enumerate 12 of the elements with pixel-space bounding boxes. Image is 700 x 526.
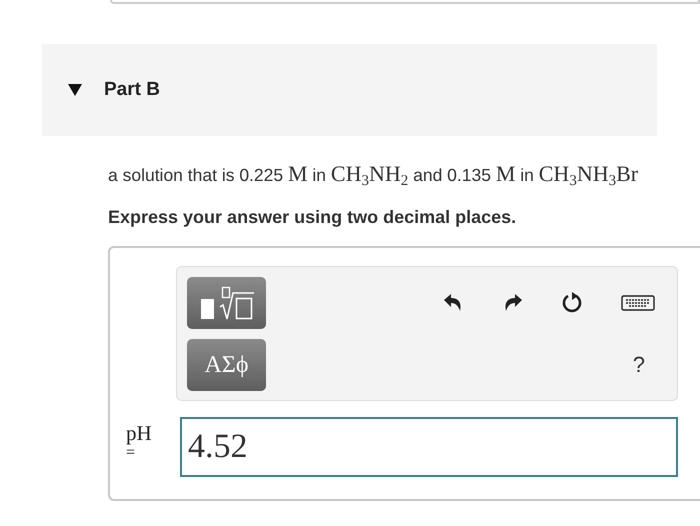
answer-field[interactable]: 4.52 (180, 417, 678, 477)
part-header[interactable]: Part B (42, 44, 657, 136)
answer-label: pH (126, 421, 152, 446)
part-title: Part B (104, 79, 160, 101)
triangle-icon[interactable] (68, 84, 82, 96)
question-text: a solution that is 0.225 M in CH$_{3}$NH$_{2}$ and 0.135 M in CH$_{3}$NH$_{3}$Br (108, 162, 640, 187)
template-button[interactable] (187, 277, 266, 329)
equals-sign: = (126, 446, 136, 460)
instruction-text: Express your answer using two decimal places. (108, 207, 518, 228)
symbols-button[interactable]: ΑΣϕ (187, 339, 266, 391)
keyboard-icon[interactable] (621, 295, 655, 311)
help-button[interactable]: ? (632, 352, 645, 378)
